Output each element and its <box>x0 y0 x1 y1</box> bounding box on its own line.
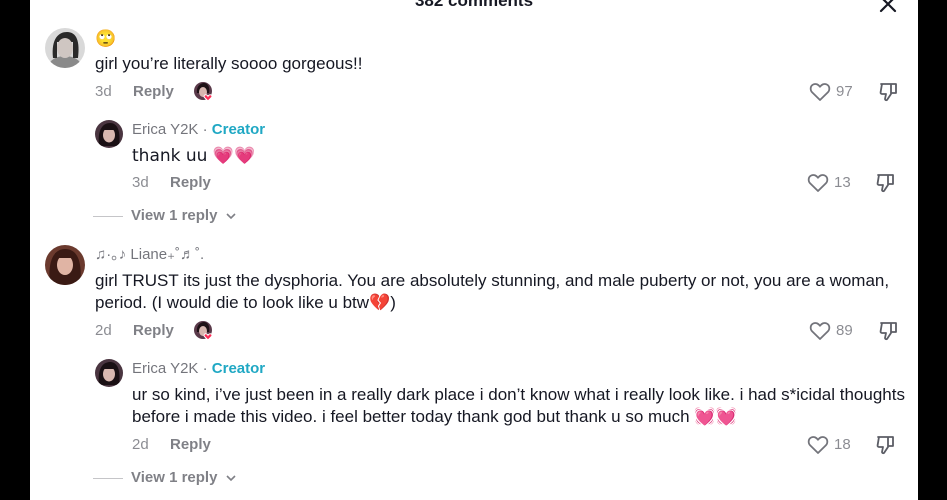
heart-outline-icon <box>807 174 829 192</box>
reply-time: 2d <box>132 436 149 453</box>
comment-emoji-line: 🙄 <box>95 29 117 49</box>
reply-button[interactable]: Reply <box>170 436 211 454</box>
reply-username-line: Erica Y2K · Creator <box>132 360 266 377</box>
chevron-down-icon <box>226 475 237 482</box>
avatar[interactable] <box>45 28 85 68</box>
comment-text: girl TRUST its just the dysphoria. You a… <box>95 271 890 312</box>
avatar[interactable] <box>95 120 123 148</box>
like-count: 13 <box>834 174 851 191</box>
liked-by-creator-badge <box>193 81 215 103</box>
creator-badge: Creator <box>211 121 266 138</box>
view-replies-button[interactable]: View 1 reply <box>93 207 237 225</box>
comment-time: 3d <box>95 83 112 100</box>
comment-text: girl you’re literally soooo gorgeous!! <box>95 54 363 73</box>
like-button[interactable]: 18 <box>807 435 851 455</box>
creator-badge: Creator <box>211 360 266 377</box>
reply-button[interactable]: Reply <box>133 83 174 101</box>
dislike-icon[interactable] <box>878 320 900 342</box>
comments-count-title: 382 comments <box>414 0 534 10</box>
reply-time: 3d <box>132 174 149 191</box>
heart-outline-icon <box>807 436 829 454</box>
reply-button[interactable]: Reply <box>133 322 174 340</box>
close-icon[interactable] <box>878 0 898 14</box>
dislike-icon[interactable] <box>875 172 897 194</box>
reply-text: thank uu 💗💗 <box>132 146 256 166</box>
like-button[interactable]: 89 <box>809 321 853 341</box>
chevron-down-icon <box>226 213 237 220</box>
reply-username-line: Erica Y2K · Creator <box>132 121 266 138</box>
like-count: 18 <box>834 436 851 453</box>
comment-username[interactable]: ♫·｡♪ Liane₊˚♬˚. <box>95 246 204 264</box>
reply-username[interactable]: Erica Y2K <box>132 121 198 138</box>
like-button[interactable]: 13 <box>807 173 851 193</box>
reply-text: ur so kind, i’ve just been in a really d… <box>132 385 905 426</box>
view-replies-button[interactable]: View 1 reply <box>93 469 237 487</box>
reply-button[interactable]: Reply <box>170 174 211 192</box>
avatar[interactable] <box>95 359 123 387</box>
liked-by-creator-badge <box>193 320 215 342</box>
dislike-icon[interactable] <box>878 81 900 103</box>
comment-time: 2d <box>95 322 112 339</box>
like-button[interactable]: 97 <box>809 82 853 102</box>
like-count: 89 <box>836 322 853 339</box>
dislike-icon[interactable] <box>875 434 897 456</box>
heart-outline-icon <box>809 83 831 101</box>
comments-panel: 382 comments 🙄 girl you’re literally soo… <box>30 0 918 500</box>
reply-username[interactable]: Erica Y2K <box>132 360 198 377</box>
heart-outline-icon <box>809 322 831 340</box>
avatar[interactable] <box>45 245 85 285</box>
like-count: 97 <box>836 83 853 100</box>
